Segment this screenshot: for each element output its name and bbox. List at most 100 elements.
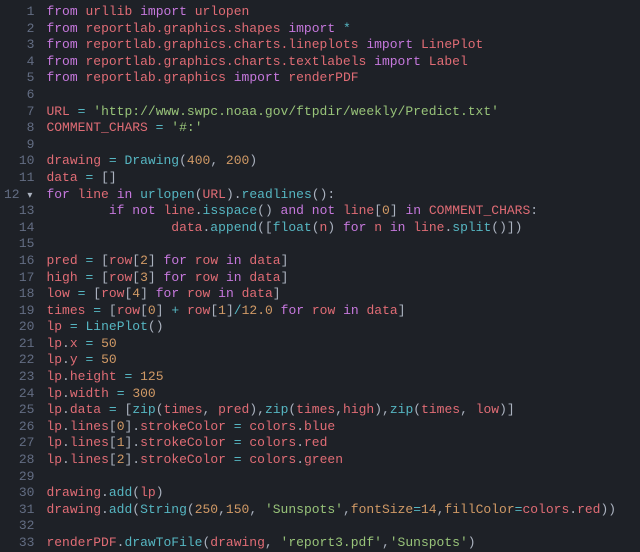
token-pn: ).: [226, 187, 242, 202]
code-line[interactable]: COMMENT_CHARS = '#:': [46, 120, 616, 137]
token-pn: ): [156, 485, 164, 500]
code-line[interactable]: from reportlab.graphics import renderPDF: [46, 70, 616, 87]
code-line[interactable]: drawing.add(String(250,150, 'Sunspots',f…: [46, 502, 616, 519]
token-kw: in: [226, 253, 242, 268]
code-line[interactable]: renderPDF.drawToFile(drawing, 'report3.p…: [46, 535, 616, 552]
code-line[interactable]: for line in urlopen(URL).readlines():: [46, 187, 616, 204]
token-id: width: [70, 386, 109, 401]
code-line[interactable]: [46, 469, 616, 486]
token-id: n: [374, 220, 382, 235]
code-line[interactable]: if not line.isspace() and not line[0] in…: [46, 203, 616, 220]
code-line[interactable]: low = [row[4] for row in data]: [46, 286, 616, 303]
token-fn: split: [452, 220, 491, 235]
token-kw: for: [164, 270, 187, 285]
token-fn: zip: [265, 402, 288, 417]
code-area[interactable]: from urllib import urlopenfrom reportlab…: [42, 0, 616, 548]
token-kw: not: [312, 203, 335, 218]
token-nu: 12.0: [242, 303, 273, 318]
token-id: lp: [46, 319, 62, 334]
token-id: lp: [46, 402, 62, 417]
token-pn: .: [62, 352, 70, 367]
token-id: data: [242, 286, 273, 301]
token-pn: [359, 303, 367, 318]
token-op: =: [234, 435, 242, 450]
code-line[interactable]: drawing.add(lp): [46, 485, 616, 502]
token-pn: :: [530, 203, 538, 218]
code-line[interactable]: [46, 518, 616, 535]
token-pn: [109, 386, 117, 401]
code-line[interactable]: lp.height = 125: [46, 369, 616, 386]
token-id: low: [46, 286, 69, 301]
code-line[interactable]: from urllib import urlopen: [46, 4, 616, 21]
code-editor[interactable]: 123456789101112 ▾13141516171819202122232…: [0, 0, 640, 548]
token-pn: ]: [398, 303, 406, 318]
line-number: 24: [4, 386, 34, 403]
code-line[interactable]: lp.x = 50: [46, 336, 616, 353]
token-id: urlopen: [195, 4, 250, 19]
token-nu: 300: [132, 386, 155, 401]
code-line[interactable]: lp.width = 300: [46, 386, 616, 403]
token-pn: ]: [226, 303, 234, 318]
token-id: reportlab.graphics.shapes: [85, 21, 280, 36]
code-line[interactable]: times = [row[0] + row[1]/12.0 for row in…: [46, 303, 616, 320]
token-pn: [132, 187, 140, 202]
token-nu: 4: [132, 286, 140, 301]
code-line[interactable]: data = []: [46, 170, 616, 187]
code-line[interactable]: [46, 137, 616, 154]
token-pn: .: [62, 402, 70, 417]
token-pn: (: [195, 187, 203, 202]
token-kw: from: [46, 4, 77, 19]
token-id: LinePlot: [421, 37, 483, 52]
token-pn: [: [109, 452, 117, 467]
code-line[interactable]: from reportlab.graphics.shapes import *: [46, 21, 616, 38]
token-pn: [70, 187, 78, 202]
token-id: pred: [218, 402, 249, 417]
code-line[interactable]: from reportlab.graphics.charts.textlabel…: [46, 54, 616, 71]
fold-indicator-icon[interactable]: ▾: [27, 191, 34, 202]
token-op: +: [171, 303, 179, 318]
code-line[interactable]: lp.lines[1].strokeColor = colors.red: [46, 435, 616, 452]
token-pn: ]: [148, 253, 164, 268]
token-kw: import: [140, 4, 187, 19]
token-op: =: [70, 319, 78, 334]
code-line[interactable]: from reportlab.graphics.charts.lineplots…: [46, 37, 616, 54]
token-kw: import: [234, 70, 281, 85]
code-line[interactable]: lp = LinePlot(): [46, 319, 616, 336]
token-pn: [: [93, 270, 109, 285]
token-pn: [132, 4, 140, 19]
code-line[interactable]: lp.y = 50: [46, 352, 616, 369]
code-line[interactable]: lp.lines[0].strokeColor = colors.blue: [46, 419, 616, 436]
code-line[interactable]: data.append([float(n) for n in line.spli…: [46, 220, 616, 237]
token-pn: [148, 120, 156, 135]
line-number: 15: [4, 236, 34, 253]
token-kw: for: [343, 220, 366, 235]
token-kw: from: [46, 21, 77, 36]
token-id: pred: [46, 253, 77, 268]
line-number-gutter: 123456789101112 ▾13141516171819202122232…: [0, 0, 42, 548]
code-line[interactable]: [46, 236, 616, 253]
token-fn: float: [273, 220, 312, 235]
token-id: row: [187, 303, 210, 318]
token-pn: ]: [273, 286, 281, 301]
token-fn: add: [109, 485, 132, 500]
token-pn: [: [140, 303, 148, 318]
token-pn: [335, 303, 343, 318]
code-line[interactable]: pred = [row[2] for row in data]: [46, 253, 616, 270]
token-id: green: [304, 452, 343, 467]
line-number: 18: [4, 286, 34, 303]
token-kw: import: [288, 21, 335, 36]
code-line[interactable]: drawing = Drawing(400, 200): [46, 153, 616, 170]
token-kw: import: [374, 54, 421, 69]
token-id: line: [164, 203, 195, 218]
code-line[interactable]: high = [row[3] for row in data]: [46, 270, 616, 287]
token-id: data: [249, 270, 280, 285]
token-pn: [: [374, 203, 382, 218]
token-fn: urlopen: [140, 187, 195, 202]
code-line[interactable]: URL = 'http://www.swpc.noaa.gov/ftpdir/w…: [46, 104, 616, 121]
token-nu: 400: [187, 153, 210, 168]
code-line[interactable]: lp.data = [zip(times, pred),zip(times,hi…: [46, 402, 616, 419]
code-line[interactable]: [46, 87, 616, 104]
token-op: =: [93, 303, 101, 318]
code-line[interactable]: lp.lines[2].strokeColor = colors.green: [46, 452, 616, 469]
token-pn: .: [296, 435, 304, 450]
